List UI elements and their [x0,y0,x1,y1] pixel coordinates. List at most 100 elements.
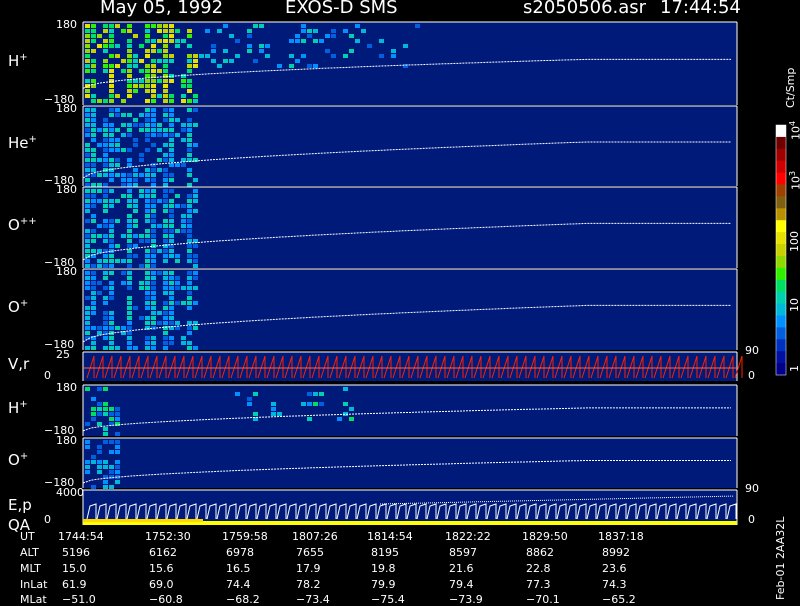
spectrum-cell [163,204,168,208]
spectrum-cell [163,291,168,295]
spectrum-cell [145,301,150,305]
spectrum-cell [103,183,108,187]
spectrum-cell [127,316,132,320]
spectrum-cell [193,189,198,193]
spectrum-cell [187,346,192,350]
spectrum-cell [145,118,150,122]
spectrum-cell [403,44,408,48]
spectrum-cell [151,59,156,63]
spectrum-cell [187,133,192,137]
spectrum-cell [187,84,192,88]
spectrum-cell [115,108,120,112]
spectrum-cell [145,168,150,172]
spectrum-cell [163,249,168,253]
spectrum-cell [85,249,90,253]
spectrum-cell [85,59,90,63]
spectrum-cell [151,276,156,280]
spectrum-cell [259,49,264,53]
spectrum-cell [97,264,102,268]
spectrum-cell [151,64,156,68]
spectrum-cell [133,54,138,58]
spectrum-cell [163,224,168,228]
spectrum-cell [109,34,114,38]
spectrum-cell [133,219,138,223]
spectrum-cell [145,264,150,268]
spectrum-cell [127,69,132,73]
spectrum-cell [145,148,150,152]
spectrum-cell [91,412,96,416]
spectrum-cell [133,89,138,93]
spectrum-cell [121,133,126,137]
spectrum-cell [253,59,258,63]
spectrum-cell [127,276,132,280]
spectrum-cell [91,49,96,53]
spectrum-cell [151,123,156,127]
spectrum-cell [133,346,138,350]
spectrum-cell [187,44,192,48]
panel-bg-he-plus [83,106,737,186]
spectrum-cell [193,326,198,330]
spectrum-cell [109,296,114,300]
spectrum-cell [169,229,174,233]
spectrum-cell [121,271,126,275]
spectrum-cell [343,387,348,391]
spectrum-cell [187,341,192,345]
spectrum-cell [187,204,192,208]
spectrum-cell [103,128,108,132]
spectrum-cell [391,54,396,58]
panel-label-o-plus: O+ [8,297,29,316]
spectrum-cell [127,346,132,350]
spectrum-cell [163,341,168,345]
spectrum-cell [97,470,102,474]
spectrum-cell [91,123,96,127]
spectrum-cell [169,94,174,98]
spectrum-cell [121,59,126,63]
spectrum-cell [247,44,252,48]
spectrum-cell [85,286,90,290]
spectrum-cell [163,346,168,350]
spectrum-cell [169,214,174,218]
spectrum-cell [127,259,132,263]
spectrum-cell [109,24,114,28]
table-cell: 1822:22 [445,530,491,543]
spectrum-cell [151,99,156,103]
spectrum-cell [91,24,96,28]
spectrum-cell [151,194,156,198]
spectrum-cell [151,113,156,117]
spectrum-cell [121,99,126,103]
spectrum-cell [193,271,198,275]
spectrum-cell [145,138,150,142]
spectrum-cell [103,316,108,320]
spectrum-cell [169,276,174,280]
spectrum-cell [259,44,264,48]
spectrum-cell [103,224,108,228]
spectrum-cell [97,326,102,330]
spectrum-cell [157,24,162,28]
spectrum-cell [139,158,144,162]
spectrum-cell [127,311,132,315]
spectrum-cell [181,99,186,103]
spectrum-cell [157,148,162,152]
spectrum-cell [109,259,114,263]
spectrum-cell [109,173,114,177]
spectrum-cell [151,69,156,73]
panel-label-velocity: V,r [8,354,30,373]
spectrum-cell [151,281,156,285]
spectrum-cell [103,254,108,258]
spectrum-cell [97,143,102,147]
spectrum-cell [127,64,132,68]
spectrum-cell [109,113,114,117]
spectrum-cell [163,194,168,198]
colorbar-tick: 10 [788,298,800,312]
spectrum-cell [169,224,174,228]
spectrum-cell [163,49,168,53]
spectrum-cell [169,54,174,58]
spectrum-cell [151,301,156,305]
spectrum-cell [97,460,102,464]
spectrum-cell [133,224,138,228]
table-cell: 79.4 [449,578,474,591]
spectrum-cell [85,346,90,350]
ymax-o-plus: 180 [56,265,77,278]
spectrum-cell [127,234,132,238]
table-cell: 1814:54 [367,530,413,543]
